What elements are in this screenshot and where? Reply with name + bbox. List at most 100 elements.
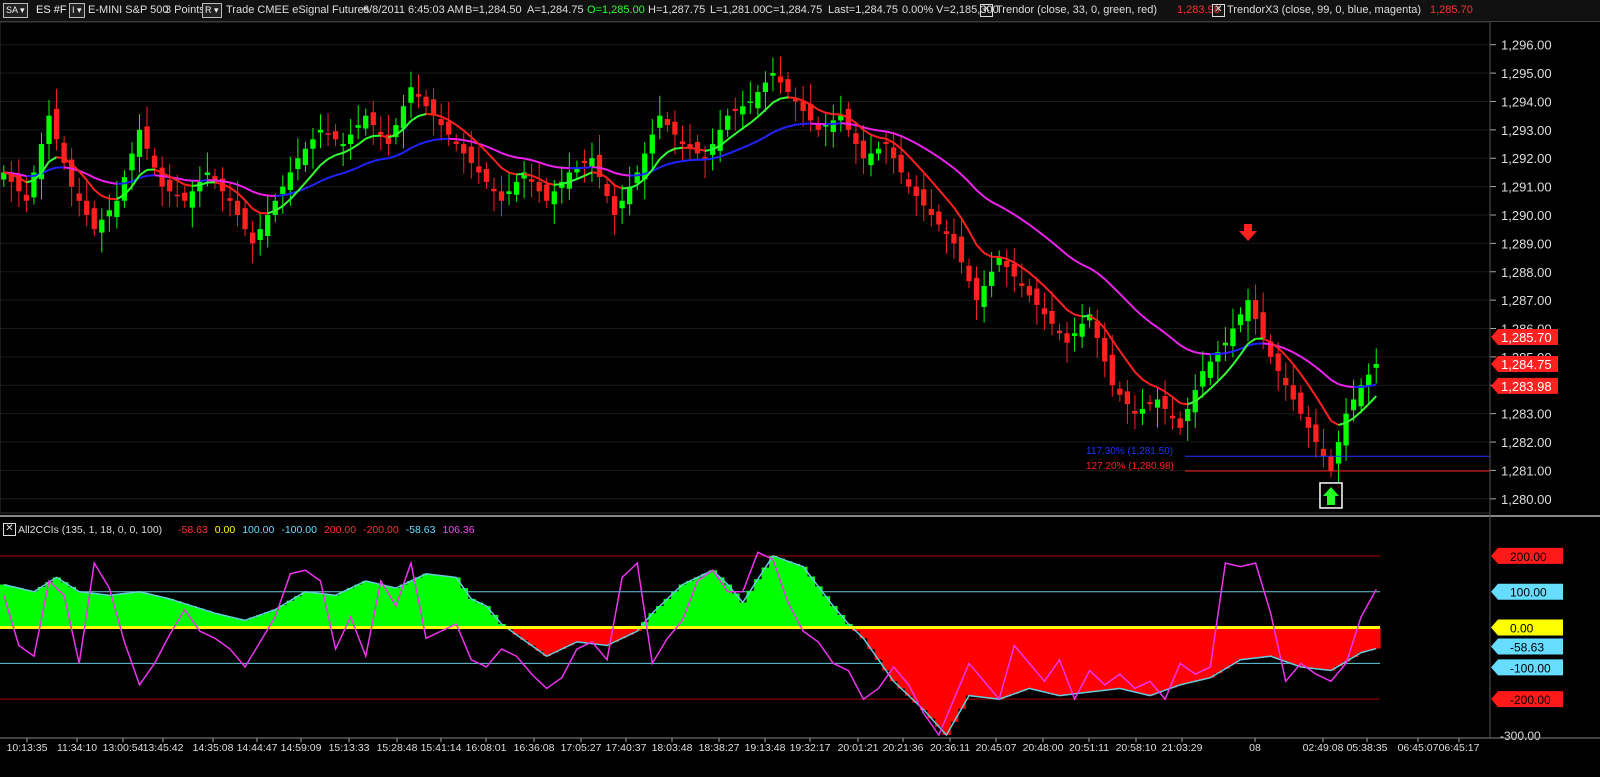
cci-histogram-bar [67,586,77,628]
candle-body [702,156,708,159]
trendorx3-line [199,179,208,182]
candle-body [53,108,60,140]
trendorx3-line [960,173,970,183]
trendor-line [350,143,359,151]
trendorx3-line [63,166,72,170]
trendorx3-line [1195,351,1203,355]
trendorx3-line [154,174,163,178]
candle-body [46,115,52,145]
cci-histogram-bar [1281,627,1291,662]
cci-histogram-bar [75,591,84,628]
cci-oscillator-pane [0,551,1381,737]
cci-histogram-bar [1364,627,1374,651]
candle-body [1320,448,1327,457]
cci-histogram-bar [1100,627,1110,691]
cci-histogram-bar [309,592,318,628]
trendor-line [244,199,254,210]
trendorx3-line [523,157,532,162]
candle-body [227,198,233,201]
trendorx3-line [787,123,796,128]
candle-body [755,92,761,109]
time-tick-label: 20:58:10 [1116,742,1157,754]
trendorx3-line [342,169,351,175]
trendorx3-line [1104,278,1113,288]
cci-histogram-bar [60,582,69,628]
candle-body [536,181,542,192]
trendor-line [915,163,925,174]
candle-body [875,148,882,154]
candle-body [898,154,904,173]
trendor-line [1232,353,1242,366]
trendorx3-line [591,166,600,169]
cci-histogram-bar [324,594,333,628]
candle-body [717,129,723,151]
trendorx3-line [930,151,940,159]
cci-histogram-bar [1244,627,1253,659]
trendor-line [749,115,759,124]
candle-body [415,94,422,97]
time-tick-label: 15:13:33 [329,742,370,754]
candle-body [823,125,829,127]
trendorx3-line [704,157,713,161]
trendor-line [1217,372,1227,383]
trendor-line [1367,395,1377,405]
trendorx3-line [244,186,254,193]
trendorx3-line [1006,209,1015,216]
trendor-line [945,197,955,209]
trendorx3-line [418,140,427,146]
cci-histogram-bar [776,558,785,628]
cci-histogram-bar [354,584,363,628]
trendorx3-line [780,125,789,131]
time-tick-label: 14:59:09 [281,742,322,754]
trendorx3-line [1066,254,1076,262]
trendorx3-line [327,174,336,179]
chart-canvas[interactable]: 117.30% (1,281.50) 127.20% (1,280.98) 1,2… [0,0,1600,777]
candle-body [762,82,769,93]
cci-histogram-bar [806,576,816,628]
cci-histogram-bar [279,605,288,628]
candle-body [1230,328,1236,347]
trendor-line [1074,313,1083,318]
trendorx3-line [900,135,910,141]
candle-body [1071,333,1078,336]
cci-histogram-bar [158,597,167,628]
candle-body [1343,413,1349,446]
cci-histogram-bar [128,592,137,628]
trendor-line [1300,373,1310,386]
cci-histogram-bar [361,580,371,628]
trendorx3-line [139,174,148,179]
candle-body [197,181,203,192]
candle-body [1117,388,1123,395]
trendorx3-line [1322,372,1332,381]
trendor-line [493,158,503,169]
candle-body [657,115,663,128]
candle-body [777,76,784,83]
trendorx3-line [757,136,766,142]
trendorx3-line [546,163,555,168]
trendorx3-line [908,138,917,145]
oscillator-flag-label: -100.00 [1510,661,1551,675]
price-axis: 1,280.001,281.001,282.001,283.001,284.00… [1490,38,1558,507]
cci-histogram-bar [550,627,559,653]
trendor-line [764,101,774,111]
trendorx3-line [350,166,359,172]
candle-body [1185,408,1191,422]
candle-body [204,172,211,176]
trendorx3-line [373,158,382,163]
trendorx3-line [1141,315,1151,323]
price-tick-label: 1,283.00 [1501,407,1552,422]
trendor-line [787,96,796,100]
cci-histogram-bar [708,570,717,628]
trendor-line [1171,396,1181,404]
cci-histogram-bar [1274,627,1283,659]
candle-body [611,196,618,215]
time-tick-label: 14:35:08 [193,742,234,754]
oscillator-flag-label: -200.00 [1510,693,1551,707]
cci-histogram-bar [165,598,175,628]
candle-body [1124,391,1131,405]
cci-histogram-bar [972,627,981,697]
trendorx3-line [501,152,510,157]
candle-body [1132,411,1138,414]
cci-histogram-bar [384,586,393,628]
cci-histogram-bar [203,610,212,628]
